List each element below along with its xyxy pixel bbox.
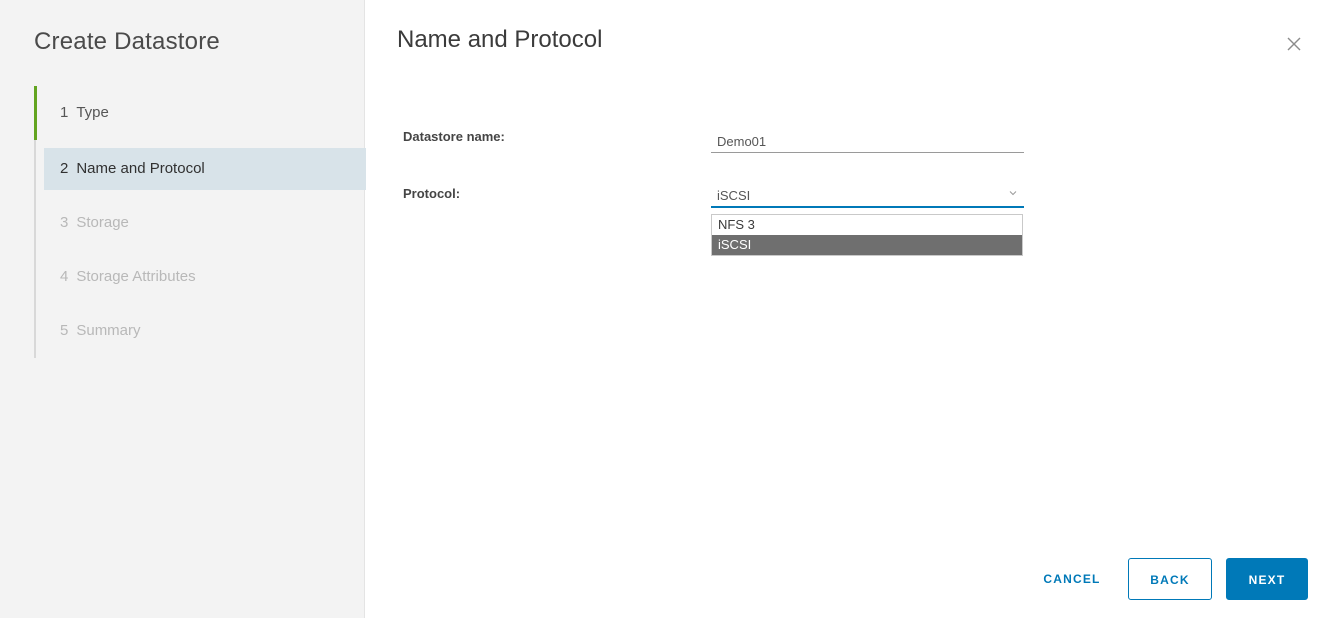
close-icon (1287, 37, 1301, 51)
step-label: Storage (76, 214, 129, 231)
step-number: 4 (60, 268, 69, 285)
chevron-down-icon (1009, 191, 1017, 196)
wizard-title: Create Datastore (34, 28, 220, 55)
page-title: Name and Protocol (397, 26, 603, 53)
step-storage-attributes: 4 Storage Attributes (44, 256, 366, 298)
wizard-sidebar: Create Datastore 1 Type 2 Name and Protoco… (0, 0, 366, 618)
step-summary: 5 Summary (44, 310, 366, 352)
protocol-option-iscsi[interactable]: iSCSI (712, 235, 1022, 255)
step-type[interactable]: 1 Type (44, 92, 366, 134)
step-label: Name and Protocol (76, 160, 205, 177)
datastore-name-label: Datastore name: (403, 129, 505, 144)
protocol-select-value: iSCSI (717, 188, 751, 203)
datastore-name-input[interactable] (711, 123, 1024, 153)
step-number: 5 (60, 322, 69, 339)
step-label: Type (76, 104, 109, 121)
close-button[interactable] (1284, 34, 1304, 54)
step-storage: 3 Storage (44, 202, 366, 244)
back-button[interactable]: BACK (1128, 558, 1212, 600)
wizard-steps: 1 Type 2 Name and Protocol 3 Storage 4 Stora… (34, 86, 366, 358)
step-number: 1 (60, 104, 69, 121)
protocol-dropdown-list: NFS 3 iSCSI (711, 214, 1023, 256)
step-number: 3 (60, 214, 69, 231)
next-button[interactable]: NEXT (1226, 558, 1308, 600)
step-number: 2 (60, 160, 69, 177)
step-complete-indicator (34, 86, 37, 140)
protocol-label: Protocol: (403, 186, 461, 201)
step-label: Summary (76, 322, 141, 339)
protocol-option-nfs3[interactable]: NFS 3 (712, 215, 1022, 235)
cancel-button[interactable]: CANCEL (1032, 558, 1112, 600)
protocol-select[interactable]: iSCSI (711, 180, 1024, 208)
step-name-and-protocol[interactable]: 2 Name and Protocol (44, 148, 366, 190)
step-label: Storage Attributes (76, 268, 196, 285)
create-datastore-dialog: Create Datastore 1 Type 2 Name and Protoco… (0, 0, 1324, 618)
